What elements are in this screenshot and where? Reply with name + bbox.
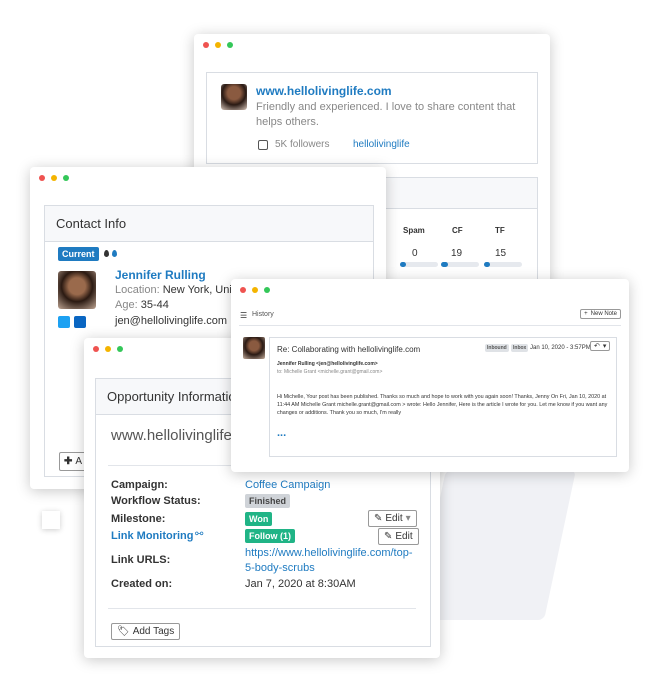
window-controls xyxy=(231,279,629,301)
chevron-down-icon: ▾ xyxy=(602,343,607,350)
history-window: ☰ History + New Note Re: Collaborating wi… xyxy=(231,279,629,472)
add-button[interactable]: ✚ A xyxy=(59,452,88,471)
workflow-badge: Finished xyxy=(245,494,291,508)
reply-button[interactable]: ↶ ▾ xyxy=(590,341,611,351)
background-square xyxy=(42,511,60,529)
metric-bar xyxy=(484,262,522,267)
history-title: History xyxy=(252,311,274,318)
profile-card: www.hellolivinglife.com Friendly and exp… xyxy=(206,72,538,164)
contact-title: Contact Info xyxy=(45,206,373,242)
status-badge: Current xyxy=(58,247,99,261)
email-subject: Re: Collaborating with hellolivinglife.c… xyxy=(277,345,421,354)
window-controls xyxy=(194,34,550,56)
instagram-icon xyxy=(258,140,268,150)
profile-bio: Friendly and experienced. I love to shar… xyxy=(256,101,516,128)
link-url-line-2[interactable]: 5-body-scrubs xyxy=(245,562,315,574)
opportunity-site: www.hellolivinglife. xyxy=(111,427,237,444)
close-dot[interactable] xyxy=(93,346,99,352)
add-tags-button[interactable]: 🏷 Add Tags xyxy=(111,623,181,640)
location-label: Location: xyxy=(115,284,160,296)
email-body: Hi Michelle, Your post has been publishe… xyxy=(277,394,608,416)
edit-label: Edit xyxy=(395,531,413,542)
chevron-down-icon: ▾ xyxy=(405,513,411,524)
link-edit-button[interactable]: ✎ Edit xyxy=(378,528,419,545)
tag-icon: 🏷 xyxy=(117,626,130,637)
link-urls-label: Link URLS: xyxy=(111,554,171,566)
profile-handle-link[interactable]: hellolivinglife xyxy=(353,139,410,150)
metric-value: 15 xyxy=(495,248,507,259)
drop-icon-blue xyxy=(112,250,117,257)
add-tags-label: Add Tags xyxy=(132,626,175,637)
linkedin-icon[interactable] xyxy=(74,316,86,328)
campaign-label: Campaign: xyxy=(111,479,168,491)
minimize-dot[interactable] xyxy=(51,175,57,181)
maximize-dot[interactable] xyxy=(264,287,270,293)
milestone-label: Milestone: xyxy=(111,513,166,525)
contact-name-link[interactable]: Jennifer Rulling xyxy=(115,268,206,282)
maximize-dot[interactable] xyxy=(117,346,123,352)
link-url-line-1[interactable]: https://www.hellolivinglife.com/top- xyxy=(245,547,413,559)
metric-bar xyxy=(400,262,438,267)
window-controls xyxy=(30,167,386,189)
metric-value: 0 xyxy=(412,248,418,259)
metric-label: Spam xyxy=(403,226,425,235)
email-item[interactable]: Re: Collaborating with hellolivinglife.c… xyxy=(269,337,617,457)
link-icon: ⚯ xyxy=(195,529,204,540)
plus-icon: + xyxy=(584,311,588,317)
contact-email: jen@hellolivinglife.com xyxy=(115,315,228,327)
email-avatar xyxy=(243,337,265,359)
maximize-dot[interactable] xyxy=(227,42,233,48)
expand-more[interactable]: ... xyxy=(277,427,286,439)
plus-icon: ✚ xyxy=(64,456,73,467)
edit-label: Edit xyxy=(385,513,403,524)
close-dot[interactable] xyxy=(240,287,246,293)
minimize-dot[interactable] xyxy=(215,42,221,48)
created-value: Jan 7, 2020 at 8:30AM xyxy=(245,578,356,590)
age-row: Age: 35-44 xyxy=(115,299,169,311)
minimize-dot[interactable] xyxy=(105,346,111,352)
age-value: 35-44 xyxy=(140,299,169,311)
pencil-icon: ✎ xyxy=(374,513,383,524)
new-note-label: New Note xyxy=(590,311,617,317)
avatar xyxy=(221,84,247,110)
list-icon: ☰ xyxy=(240,311,248,320)
milestone-edit-button[interactable]: ✎ Edit ▾ xyxy=(368,510,417,527)
workflow-label: Workflow Status: xyxy=(111,495,201,507)
minimize-dot[interactable] xyxy=(252,287,258,293)
contact-avatar xyxy=(58,271,96,309)
followers-count: 5K followers xyxy=(275,139,330,150)
separator xyxy=(108,608,416,609)
twitter-icon[interactable] xyxy=(58,316,70,328)
maximize-dot[interactable] xyxy=(63,175,69,181)
age-label: Age: xyxy=(115,299,138,311)
milestone-badge: Won xyxy=(245,512,273,526)
created-label: Created on: xyxy=(111,578,173,590)
campaign-link[interactable]: Coffee Campaign xyxy=(245,479,330,491)
email-date: Jan 10, 2020 - 3:57PM xyxy=(530,345,591,351)
location-row: Location: New York, United xyxy=(115,284,247,296)
close-dot[interactable] xyxy=(39,175,45,181)
link-monitoring-label[interactable]: Link Monitoring xyxy=(111,530,193,542)
profile-site-link[interactable]: www.hellolivinglife.com xyxy=(256,84,392,98)
link-monitoring-badge: Follow (1) xyxy=(245,529,295,543)
history-header: ☰ History + New Note xyxy=(239,309,621,326)
metric-value: 19 xyxy=(451,248,463,259)
metric-bar xyxy=(441,262,479,267)
pencil-icon: ✎ xyxy=(384,531,393,542)
tag-inbox: Inbox xyxy=(511,344,529,352)
email-from: Jennifer Rulling <jen@hellolivinglife.co… xyxy=(277,361,378,367)
add-button-label: A xyxy=(75,456,83,467)
drop-icon-dark xyxy=(104,250,109,257)
close-dot[interactable] xyxy=(203,42,209,48)
tag-inbound: Inbound xyxy=(485,344,509,352)
new-note-button[interactable]: + New Note xyxy=(580,309,621,319)
metric-label: TF xyxy=(495,226,505,235)
metric-label: CF xyxy=(452,226,463,235)
email-to: to: Michelle Grant <michelle.grant@gmail… xyxy=(277,369,383,375)
